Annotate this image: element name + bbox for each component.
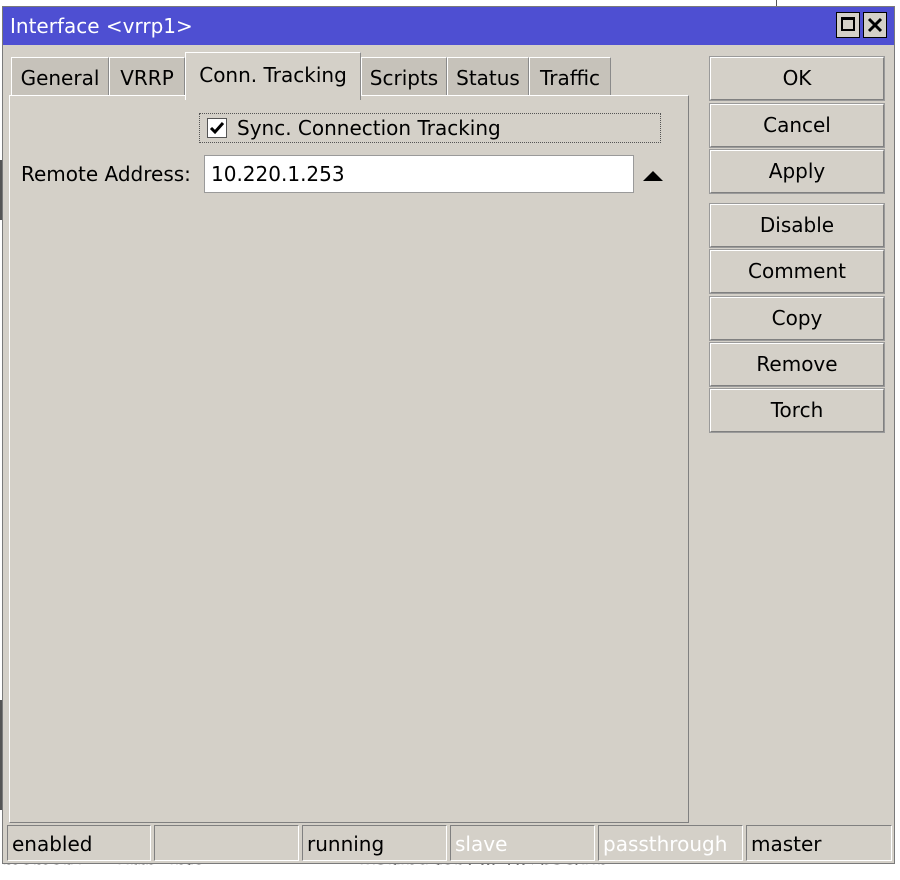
tab-conn-tracking[interactable]: Conn. Tracking — [185, 52, 361, 100]
status-passthrough: passthrough — [598, 825, 743, 861]
status-empty — [154, 825, 299, 861]
sync-connection-tracking-label: Sync. Connection Tracking — [237, 116, 501, 140]
close-icon — [867, 17, 883, 33]
checkmark-icon — [209, 122, 225, 135]
tab-traffic[interactable]: Traffic — [529, 57, 611, 97]
cancel-button[interactable]: Cancel — [709, 103, 885, 148]
tab-vrrp[interactable]: VRRP — [109, 57, 185, 97]
window-title: Interface <vrrp1> — [10, 14, 193, 38]
tab-scripts[interactable]: Scripts — [361, 57, 447, 97]
conn-tracking-panel — [9, 95, 689, 823]
status-enabled: enabled — [7, 825, 151, 861]
remote-address-input[interactable] — [204, 155, 634, 193]
status-running: running — [302, 825, 447, 861]
status-bar: enabled running slave passthrough master — [3, 823, 894, 863]
triangle-up-icon — [643, 171, 663, 181]
tab-status[interactable]: Status — [447, 57, 529, 97]
comment-button[interactable]: Comment — [709, 249, 885, 294]
sync-connection-tracking-checkbox[interactable]: Sync. Connection Tracking — [199, 113, 661, 143]
remote-address-label: Remote Address: — [21, 162, 191, 186]
status-slave: slave — [450, 825, 595, 861]
apply-button[interactable]: Apply — [709, 149, 885, 194]
torch-button[interactable]: Torch — [709, 388, 885, 433]
status-master: master — [746, 825, 892, 861]
close-button[interactable] — [863, 12, 887, 38]
tab-general[interactable]: General — [11, 57, 109, 97]
maximize-icon — [841, 17, 855, 31]
maximize-button[interactable] — [836, 12, 860, 38]
copy-button[interactable]: Copy — [709, 296, 885, 341]
title-bar[interactable]: Interface <vrrp1> — [3, 7, 894, 45]
remove-button[interactable]: Remove — [709, 342, 885, 387]
interface-dialog: Interface <vrrp1> General VRRP Conn. Tra… — [2, 6, 895, 864]
checkbox-box[interactable] — [207, 118, 227, 138]
collapse-field-button[interactable] — [641, 167, 665, 185]
ok-button[interactable]: OK — [709, 56, 885, 101]
disable-button[interactable]: Disable — [709, 203, 885, 248]
